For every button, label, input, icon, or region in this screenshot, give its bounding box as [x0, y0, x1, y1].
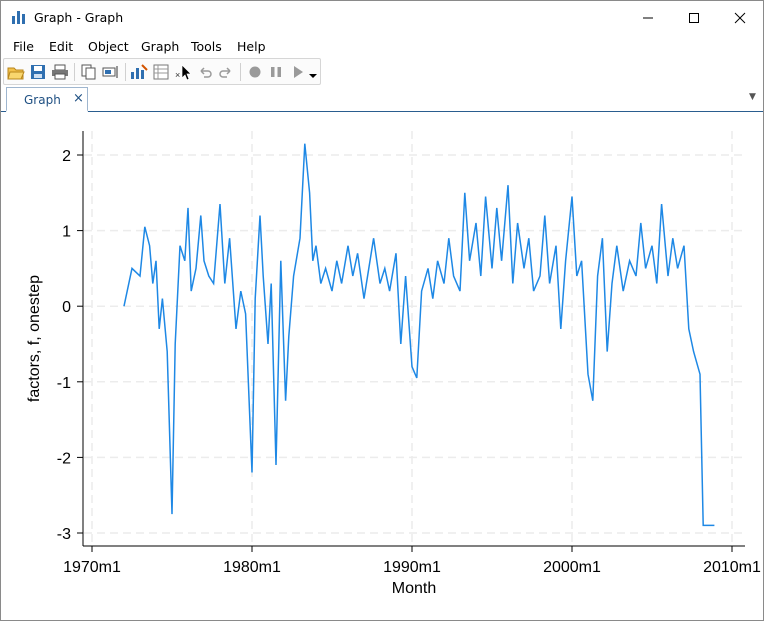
open-button[interactable]	[6, 62, 26, 82]
tab-list-dropdown-icon[interactable]: ▼	[749, 92, 756, 102]
data-browser-button[interactable]	[151, 62, 171, 82]
toolbar: ×	[3, 58, 321, 85]
tab-strip: Graph × ▼	[1, 87, 763, 112]
menu-help[interactable]: Help	[237, 39, 266, 54]
print-icon	[52, 64, 68, 80]
chevron-down-icon	[309, 74, 317, 78]
graph-editor-button[interactable]	[129, 62, 149, 82]
y-axis-label: factors, f, onestep	[26, 275, 43, 402]
x-tick-label: 1990m1	[383, 559, 441, 576]
x-tick-label: 1980m1	[223, 559, 281, 576]
redo-button[interactable]	[216, 62, 236, 82]
pause-button[interactable]	[266, 62, 286, 82]
close-button[interactable]	[717, 1, 763, 34]
minimize-icon	[643, 17, 653, 18]
tab-graph[interactable]: Graph ×	[6, 87, 88, 112]
graph-window: Graph - Graph File Edit Object Graph Too…	[0, 0, 764, 621]
play-icon	[294, 66, 303, 78]
y-tick-label: -2	[57, 450, 71, 467]
x-tick-label: 1970m1	[63, 559, 121, 576]
minimize-button[interactable]	[625, 1, 671, 34]
menu-edit[interactable]: Edit	[49, 39, 73, 54]
graph-editor-icon	[131, 64, 148, 79]
app-graph-icon	[12, 11, 25, 24]
record-button[interactable]	[245, 62, 265, 82]
play-dropdown[interactable]	[306, 62, 320, 82]
x-axis-label: Month	[392, 580, 436, 597]
svg-text:×: ×	[175, 70, 180, 80]
toolbar-separator	[125, 63, 126, 81]
y-ticks: 2 1 0 -1 -2 -3	[57, 148, 83, 543]
copy-icon	[81, 64, 96, 80]
series-line	[123, 143, 715, 527]
open-folder-icon	[7, 67, 25, 80]
menu-graph[interactable]: Graph	[141, 39, 179, 54]
maximize-button[interactable]	[671, 1, 717, 34]
menu-tools[interactable]: Tools	[191, 39, 222, 54]
redo-icon	[219, 67, 231, 78]
close-editor-icon: ×	[175, 64, 191, 81]
graph-canvas: 2 1 0 -1 -2 -3 1970m1 1980m1 1990m1 2000m1 2010m1…	[1, 113, 763, 620]
rename-button[interactable]	[101, 62, 121, 82]
rename-icon	[102, 66, 118, 78]
y-tick-label: 1	[62, 224, 71, 241]
title-bar[interactable]: Graph - Graph	[1, 1, 763, 34]
close-icon	[734, 12, 746, 23]
close-editor-button[interactable]: ×	[172, 62, 192, 82]
record-icon	[249, 66, 261, 78]
print-button[interactable]	[50, 62, 70, 82]
tab-label: Graph	[24, 93, 61, 107]
y-tick-label: -3	[57, 526, 71, 543]
x-tick-label: 2000m1	[543, 559, 601, 576]
y-tick-label: -1	[57, 375, 71, 392]
tab-close-icon[interactable]: ×	[73, 91, 84, 106]
save-button[interactable]	[28, 62, 48, 82]
menu-bar: File Edit Object Graph Tools Help	[1, 35, 763, 57]
pause-icon	[271, 67, 281, 77]
maximize-icon	[689, 12, 699, 23]
y-tick-label: 2	[62, 148, 71, 165]
menu-object[interactable]: Object	[88, 39, 129, 54]
save-icon	[31, 65, 45, 79]
x-ticks: 1970m1 1980m1 1990m1 2000m1 2010m1	[63, 546, 761, 576]
toolbar-separator	[240, 63, 241, 81]
copy-button[interactable]	[79, 62, 99, 82]
y-tick-label: 0	[62, 299, 71, 316]
window-title: Graph - Graph	[34, 10, 124, 25]
menu-file[interactable]: File	[13, 39, 34, 54]
grid	[84, 131, 745, 545]
data-browser-icon	[153, 64, 169, 80]
play-button[interactable]	[288, 62, 308, 82]
undo-icon	[200, 67, 212, 78]
toolbar-separator	[74, 63, 75, 81]
x-tick-label: 2010m1	[703, 559, 761, 576]
undo-button[interactable]	[195, 62, 215, 82]
line-chart: 2 1 0 -1 -2 -3 1970m1 1980m1 1990m1 2000m1 2010m1…	[26, 131, 761, 597]
